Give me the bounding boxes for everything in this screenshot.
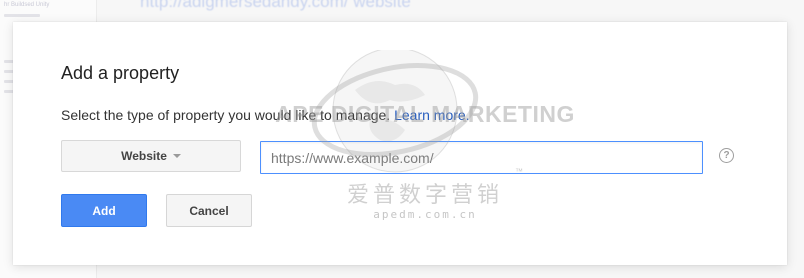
- background-site-url: http://adigmersedandy.com/ website: [140, 0, 411, 11]
- chevron-down-icon: [172, 154, 181, 158]
- cancel-button[interactable]: Cancel: [166, 194, 252, 227]
- instruction-text: Select the type of property you would li…: [61, 107, 470, 123]
- background-sidebar-text: hr Buildsed Unity: [4, 2, 50, 8]
- add-property-dialog: Add a property Select the type of proper…: [13, 22, 787, 265]
- help-icon[interactable]: ?: [719, 148, 734, 163]
- property-type-dropdown[interactable]: Website: [61, 140, 241, 172]
- add-button[interactable]: Add: [61, 194, 147, 227]
- learn-more-link[interactable]: Learn more.: [394, 107, 469, 123]
- background-sidebar-line: [4, 14, 40, 17]
- property-url-input[interactable]: [260, 141, 703, 174]
- dialog-title: Add a property: [61, 63, 180, 83]
- property-type-selected: Website: [121, 149, 167, 163]
- instruction-label: Select the type of property you would li…: [61, 107, 391, 123]
